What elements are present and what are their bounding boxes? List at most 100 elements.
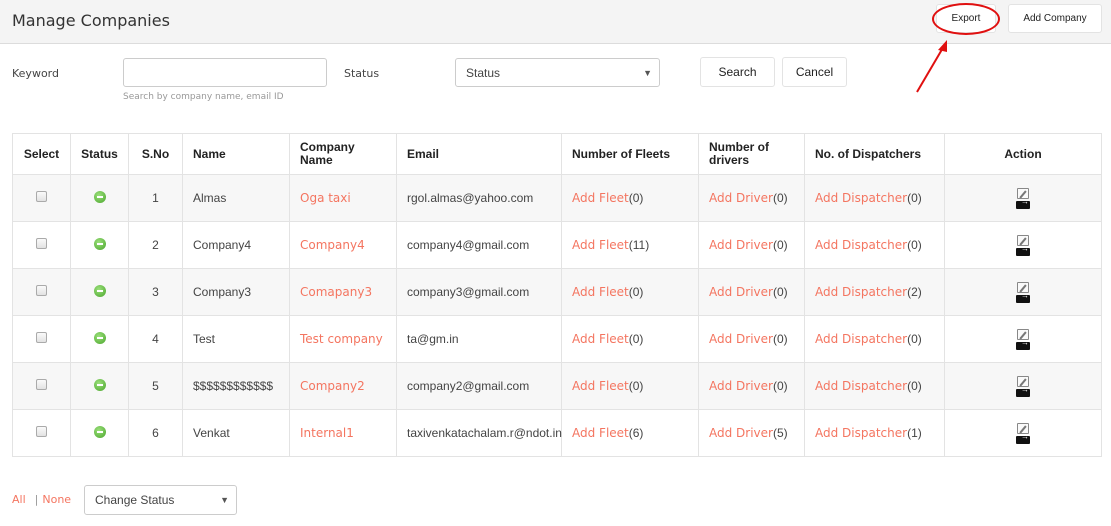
- table-row: 1 Almas Oga taxi rgol.almas@yahoo.com Add Fl…: [12, 174, 1102, 222]
- dispatchers-cell: Add Dispatcher(0): [804, 174, 945, 222]
- name-cell: Company3: [182, 268, 290, 316]
- company-name-cell: Company2: [289, 362, 397, 410]
- add-dispatcher-link[interactable]: Add Dispatcher: [815, 285, 907, 299]
- row-checkbox[interactable]: [36, 285, 47, 296]
- name-cell: Almas: [182, 174, 290, 222]
- action-cell: [944, 409, 1102, 457]
- change-status-value: Change Status: [95, 493, 175, 507]
- name-cell: Test: [182, 315, 290, 363]
- select-cell: [12, 174, 71, 222]
- status-active-icon[interactable]: [93, 378, 106, 391]
- action-cell: [944, 362, 1102, 410]
- keyword-input[interactable]: [123, 58, 327, 87]
- sno-cell: 1: [128, 174, 183, 222]
- add-dispatcher-link[interactable]: Add Dispatcher: [815, 426, 907, 440]
- email-cell: company3@gmail.com: [396, 268, 562, 316]
- email-cell: rgol.almas@yahoo.com: [396, 174, 562, 222]
- login-icon[interactable]: [1016, 244, 1030, 256]
- email-cell: taxivenkatachalam.r@ndot.in: [396, 409, 562, 457]
- status-active-icon[interactable]: [93, 425, 106, 438]
- login-icon[interactable]: [1016, 291, 1030, 303]
- driver-count: (0): [772, 238, 788, 252]
- column-header-drivers: Number of drivers: [698, 133, 805, 175]
- sno-cell: 4: [128, 315, 183, 363]
- drivers-cell: Add Driver(0): [698, 268, 805, 316]
- fleet-count: (11): [628, 238, 650, 252]
- status-active-icon[interactable]: [93, 331, 106, 344]
- table-row: 6 Venkat Internal1 taxivenkatachalam.r@ndot…: [12, 409, 1102, 457]
- driver-count: (0): [772, 191, 788, 205]
- cancel-button[interactable]: Cancel: [782, 57, 847, 87]
- fleets-cell: Add Fleet(11): [561, 221, 699, 269]
- name-cell: Company4: [182, 221, 290, 269]
- company-name-cell: Comapany3: [289, 268, 397, 316]
- dispatcher-count: (0): [907, 332, 922, 346]
- page-title: Manage Companies: [12, 11, 170, 30]
- row-checkbox[interactable]: [36, 238, 47, 249]
- login-icon[interactable]: [1016, 385, 1030, 397]
- status-label: Status: [344, 67, 380, 80]
- row-checkbox[interactable]: [36, 191, 47, 202]
- add-fleet-link[interactable]: Add Fleet: [572, 426, 629, 440]
- status-select-value: Status: [466, 65, 501, 80]
- add-fleet-link[interactable]: Add Fleet: [572, 191, 629, 205]
- search-button[interactable]: Search: [700, 57, 775, 87]
- email-cell: company4@gmail.com: [396, 221, 562, 269]
- add-driver-link[interactable]: Add Driver: [709, 379, 773, 393]
- select-none-link[interactable]: None: [42, 493, 71, 506]
- add-dispatcher-link[interactable]: Add Dispatcher: [815, 332, 907, 346]
- name-cell: Venkat: [182, 409, 290, 457]
- company-name-link[interactable]: Company4: [300, 238, 365, 252]
- select-all-link[interactable]: All: [12, 493, 26, 506]
- add-company-button[interactable]: Add Company: [1008, 4, 1102, 33]
- company-name-link[interactable]: Comapany3: [300, 285, 372, 299]
- add-dispatcher-link[interactable]: Add Dispatcher: [815, 238, 907, 252]
- dispatcher-count: (0): [907, 379, 922, 393]
- fleets-cell: Add Fleet(0): [561, 315, 699, 363]
- company-name-link[interactable]: Internal1: [300, 426, 354, 440]
- status-active-icon[interactable]: [93, 284, 106, 297]
- login-icon[interactable]: [1016, 338, 1030, 350]
- dispatcher-count: (0): [907, 238, 922, 252]
- add-dispatcher-link[interactable]: Add Dispatcher: [815, 379, 907, 393]
- column-header-select: Select: [12, 133, 71, 175]
- sno-cell: 2: [128, 221, 183, 269]
- change-status-select[interactable]: Change Status ▼: [84, 485, 237, 515]
- status-select[interactable]: Status ▼: [455, 58, 660, 87]
- table-header-row: Select Status S.No Name Company Name Ema…: [12, 133, 1102, 175]
- column-header-dispatchers: No. of Dispatchers: [804, 133, 945, 175]
- add-driver-link[interactable]: Add Driver: [709, 426, 773, 440]
- add-fleet-link[interactable]: Add Fleet: [572, 332, 629, 346]
- status-cell: [70, 174, 129, 222]
- dispatchers-cell: Add Dispatcher(1): [804, 409, 945, 457]
- add-fleet-link[interactable]: Add Fleet: [572, 238, 629, 252]
- row-checkbox[interactable]: [36, 332, 47, 343]
- login-icon[interactable]: [1016, 432, 1030, 444]
- status-active-icon[interactable]: [93, 190, 106, 203]
- table-row: 3 Company3 Comapany3 company3@gmail.com Add …: [12, 268, 1102, 316]
- dispatcher-count: (2): [907, 285, 922, 299]
- status-cell: [70, 362, 129, 410]
- dispatcher-count: (1): [907, 426, 922, 440]
- drivers-cell: Add Driver(5): [698, 409, 805, 457]
- column-header-fleets: Number of Fleets: [561, 133, 699, 175]
- status-cell: [70, 315, 129, 363]
- sno-cell: 5: [128, 362, 183, 410]
- company-name-link[interactable]: Oga taxi: [300, 191, 351, 205]
- add-fleet-link[interactable]: Add Fleet: [572, 285, 629, 299]
- row-checkbox[interactable]: [36, 426, 47, 437]
- add-dispatcher-link[interactable]: Add Dispatcher: [815, 191, 907, 205]
- status-active-icon[interactable]: [93, 237, 106, 250]
- add-driver-link[interactable]: Add Driver: [709, 332, 773, 346]
- add-driver-link[interactable]: Add Driver: [709, 238, 773, 252]
- company-name-link[interactable]: Company2: [300, 379, 365, 393]
- add-driver-link[interactable]: Add Driver: [709, 191, 773, 205]
- company-name-link[interactable]: Test company: [300, 332, 383, 346]
- add-driver-link[interactable]: Add Driver: [709, 285, 773, 299]
- chevron-down-icon: ▼: [220, 495, 229, 505]
- export-button[interactable]: Export: [936, 4, 996, 33]
- add-fleet-link[interactable]: Add Fleet: [572, 379, 629, 393]
- login-icon[interactable]: [1016, 197, 1030, 209]
- row-checkbox[interactable]: [36, 379, 47, 390]
- column-header-sno: S.No: [128, 133, 183, 175]
